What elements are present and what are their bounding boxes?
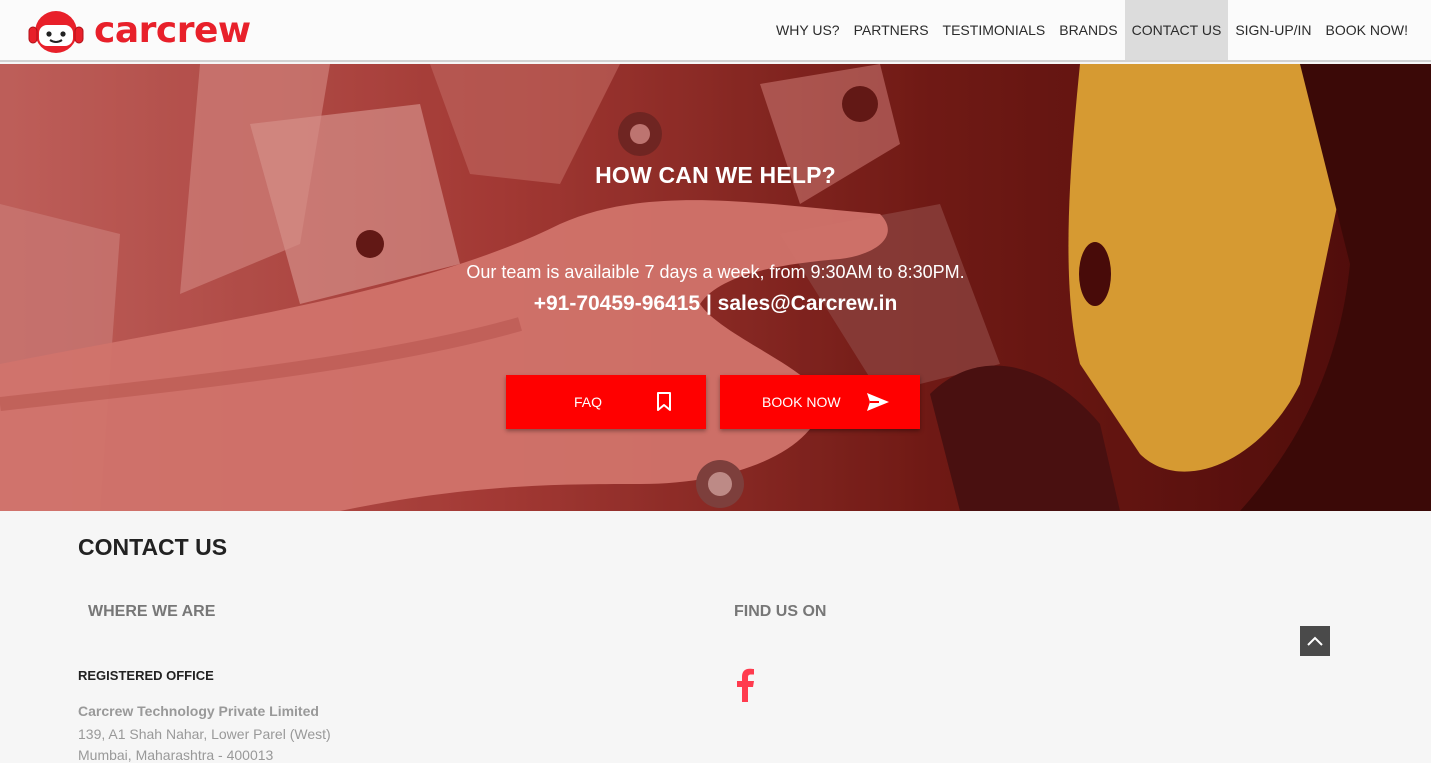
bookmark-icon <box>657 392 671 411</box>
book-now-button-label: BOOK NOW <box>762 394 841 410</box>
company-name: Carcrew Technology Private Limited <box>78 703 319 719</box>
nav-contact-us[interactable]: CONTACT US <box>1124 0 1229 60</box>
nav-book-now[interactable]: BOOK NOW! <box>1319 0 1415 60</box>
faq-button[interactable]: FAQ <box>506 375 706 429</box>
main-nav: WHY US? PARTNERS TESTIMONIALS BRANDS CON… <box>769 0 1415 60</box>
faq-button-label: FAQ <box>574 394 603 410</box>
address-line-2: Mumbai, Maharashtra - 400013 <box>78 747 274 763</box>
hero-contact-info: +91-70459-96415 | sales@Carcrew.in <box>533 292 898 315</box>
mascot-icon <box>28 11 84 53</box>
address-line-1: 139, A1 Shah Nahar, Lower Parel (West) <box>78 726 331 742</box>
where-we-are-heading: WHERE WE ARE <box>88 603 216 620</box>
nav-why-us[interactable]: WHY US? <box>769 0 847 60</box>
facebook-icon[interactable] <box>735 668 755 702</box>
nav-brands[interactable]: BRANDS <box>1052 0 1124 60</box>
chevron-up-icon <box>1307 636 1323 646</box>
book-now-button[interactable]: BOOK NOW <box>720 375 920 429</box>
nav-sign-up-in[interactable]: SIGN-UP/IN <box>1228 0 1318 60</box>
top-header: carcrew WHY US? PARTNERS TESTIMONIALS BR… <box>0 0 1431 62</box>
carcrew-logo[interactable]: carcrew <box>24 7 251 55</box>
hero-background-image <box>0 64 1431 511</box>
find-us-on-heading: FIND US ON <box>734 603 827 620</box>
hero-title: HOW CAN WE HELP? <box>595 162 836 188</box>
nav-testimonials[interactable]: TESTIMONIALS <box>936 0 1053 60</box>
nav-partners[interactable]: PARTNERS <box>847 0 936 60</box>
scroll-to-top-button[interactable] <box>1300 626 1330 656</box>
hero-banner: HOW CAN WE HELP? Our team is availaible … <box>0 64 1431 511</box>
hero-hours-text: Our team is availaible 7 days a week, fr… <box>466 262 965 282</box>
contact-section-title: CONTACT US <box>78 534 228 560</box>
brand-name: carcrew <box>94 10 251 51</box>
send-icon <box>867 393 889 411</box>
registered-office-label: REGISTERED OFFICE <box>78 668 214 683</box>
